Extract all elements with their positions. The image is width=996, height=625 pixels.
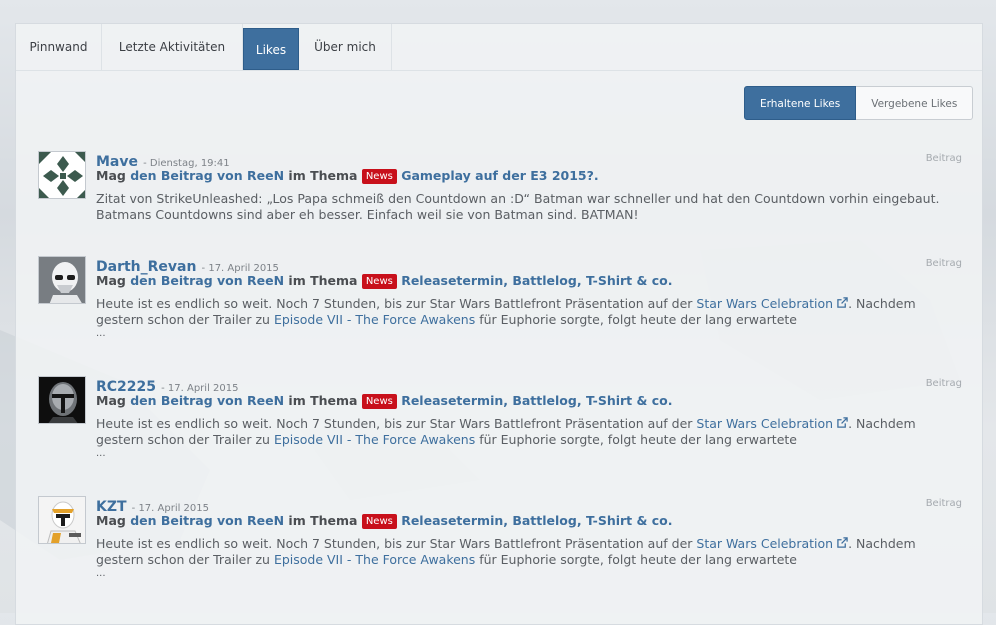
action-prefix: Mag bbox=[96, 513, 126, 528]
profile-tabs: Pinnwand Letzte Aktivitäten Likes Über m… bbox=[16, 24, 982, 71]
avatar-stormtrooper bbox=[39, 257, 85, 303]
excerpt-ellipsis: ... bbox=[96, 328, 106, 339]
excerpt-text: Heute ist es endlich so weit. Noch 7 Stu… bbox=[96, 416, 697, 431]
user-avatar[interactable] bbox=[38, 256, 86, 304]
tab-letzte-aktivitaeten[interactable]: Letzte Aktivitäten bbox=[102, 24, 243, 70]
user-avatar[interactable] bbox=[38, 151, 86, 199]
excerpt-text: für Euphorie sorgte, folgt heute der lan… bbox=[475, 312, 797, 327]
thread-link[interactable]: Gameplay auf der E3 2015?. bbox=[401, 168, 598, 183]
avatar-identicon bbox=[39, 152, 85, 198]
excerpt-text: Heute ist es endlich so weit. Noch 7 Stu… bbox=[96, 296, 697, 311]
external-link-icon bbox=[837, 297, 848, 308]
tab-likes[interactable]: Likes bbox=[243, 28, 299, 70]
post-link[interactable]: den Beitrag von ReeN bbox=[130, 273, 284, 288]
entry-type: Beitrag bbox=[925, 153, 962, 164]
entry-action: Mag den Beitrag von ReeN im Thema News G… bbox=[96, 168, 599, 184]
profile-panel: Pinnwand Letzte Aktivitäten Likes Über m… bbox=[15, 23, 983, 625]
topic-prefix: im Thema bbox=[288, 513, 358, 528]
topic-prefix: im Thema bbox=[288, 393, 358, 408]
tab-pinnwand[interactable]: Pinnwand bbox=[16, 24, 102, 70]
excerpt-link-episode[interactable]: Episode VII - The Force Awakens bbox=[274, 432, 475, 447]
excerpt-link-celebration[interactable]: Star Wars Celebration bbox=[696, 416, 833, 431]
excerpt-link-episode[interactable]: Episode VII - The Force Awakens bbox=[274, 312, 475, 327]
excerpt-link-episode[interactable]: Episode VII - The Force Awakens bbox=[274, 552, 475, 567]
post-link[interactable]: den Beitrag von ReeN bbox=[130, 168, 284, 183]
like-entry: Mave - Dienstag, 19:41 Beitrag Mag den B… bbox=[38, 151, 962, 231]
external-link-icon bbox=[837, 417, 848, 428]
excerpt-text: Heute ist es endlich so weit. Noch 7 Stu… bbox=[96, 536, 697, 551]
post-link[interactable]: den Beitrag von ReeN bbox=[130, 513, 284, 528]
news-badge: News bbox=[361, 394, 397, 409]
entry-excerpt: Heute ist es endlich so weit. Noch 7 Stu… bbox=[96, 536, 962, 580]
external-link-icon bbox=[837, 537, 848, 548]
action-prefix: Mag bbox=[96, 273, 126, 288]
entry-excerpt: Heute ist es endlich so weit. Noch 7 Stu… bbox=[96, 416, 962, 460]
thread-link[interactable]: Releasetermin, Battlelog, T-Shirt & co. bbox=[401, 273, 672, 288]
tab-ueber-mich[interactable]: Über mich bbox=[299, 24, 392, 70]
news-badge: News bbox=[361, 274, 397, 289]
like-entry: RC2225 - 17. April 2015 Beitrag Mag den … bbox=[38, 376, 962, 472]
user-avatar[interactable] bbox=[38, 376, 86, 424]
excerpt-link-celebration[interactable]: Star Wars Celebration bbox=[696, 296, 833, 311]
given-likes-button[interactable]: Vergebene Likes bbox=[856, 86, 974, 120]
topic-prefix: im Thema bbox=[288, 273, 358, 288]
post-link[interactable]: den Beitrag von ReeN bbox=[130, 393, 284, 408]
excerpt-link-celebration[interactable]: Star Wars Celebration bbox=[696, 536, 833, 551]
topic-prefix: im Thema bbox=[288, 168, 358, 183]
action-prefix: Mag bbox=[96, 393, 126, 408]
received-likes-button[interactable]: Erhaltene Likes bbox=[744, 86, 857, 120]
likes-filter-toggle: Erhaltene Likes Vergebene Likes bbox=[744, 86, 974, 120]
avatar-mandalorian bbox=[39, 377, 85, 423]
like-entry: Darth_Revan - 17. April 2015 Beitrag Mag… bbox=[38, 256, 962, 352]
thread-link[interactable]: Releasetermin, Battlelog, T-Shirt & co. bbox=[401, 513, 672, 528]
avatar-clone-trooper bbox=[39, 497, 85, 543]
entry-type: Beitrag bbox=[925, 258, 962, 269]
excerpt-text: für Euphorie sorgte, folgt heute der lan… bbox=[475, 432, 797, 447]
entry-type: Beitrag bbox=[925, 378, 962, 389]
news-badge: News bbox=[361, 169, 397, 184]
like-entry: KZT - 17. April 2015 Beitrag Mag den Bei… bbox=[38, 496, 962, 592]
excerpt-ellipsis: ... bbox=[96, 448, 106, 459]
entry-action: Mag den Beitrag von ReeN im Thema News R… bbox=[96, 273, 673, 289]
action-prefix: Mag bbox=[96, 168, 126, 183]
thread-link[interactable]: Releasetermin, Battlelog, T-Shirt & co. bbox=[401, 393, 672, 408]
entry-excerpt: Heute ist es endlich so weit. Noch 7 Stu… bbox=[96, 296, 962, 340]
excerpt-text: für Euphorie sorgte, folgt heute der lan… bbox=[475, 552, 797, 567]
entry-action: Mag den Beitrag von ReeN im Thema News R… bbox=[96, 393, 673, 409]
entry-type: Beitrag bbox=[925, 498, 962, 509]
news-badge: News bbox=[361, 514, 397, 529]
excerpt-ellipsis: ... bbox=[96, 568, 106, 579]
entry-action: Mag den Beitrag von ReeN im Thema News R… bbox=[96, 513, 673, 529]
user-avatar[interactable] bbox=[38, 496, 86, 544]
entry-excerpt: Zitat von StrikeUnleashed: „Los Papa sch… bbox=[96, 191, 940, 222]
